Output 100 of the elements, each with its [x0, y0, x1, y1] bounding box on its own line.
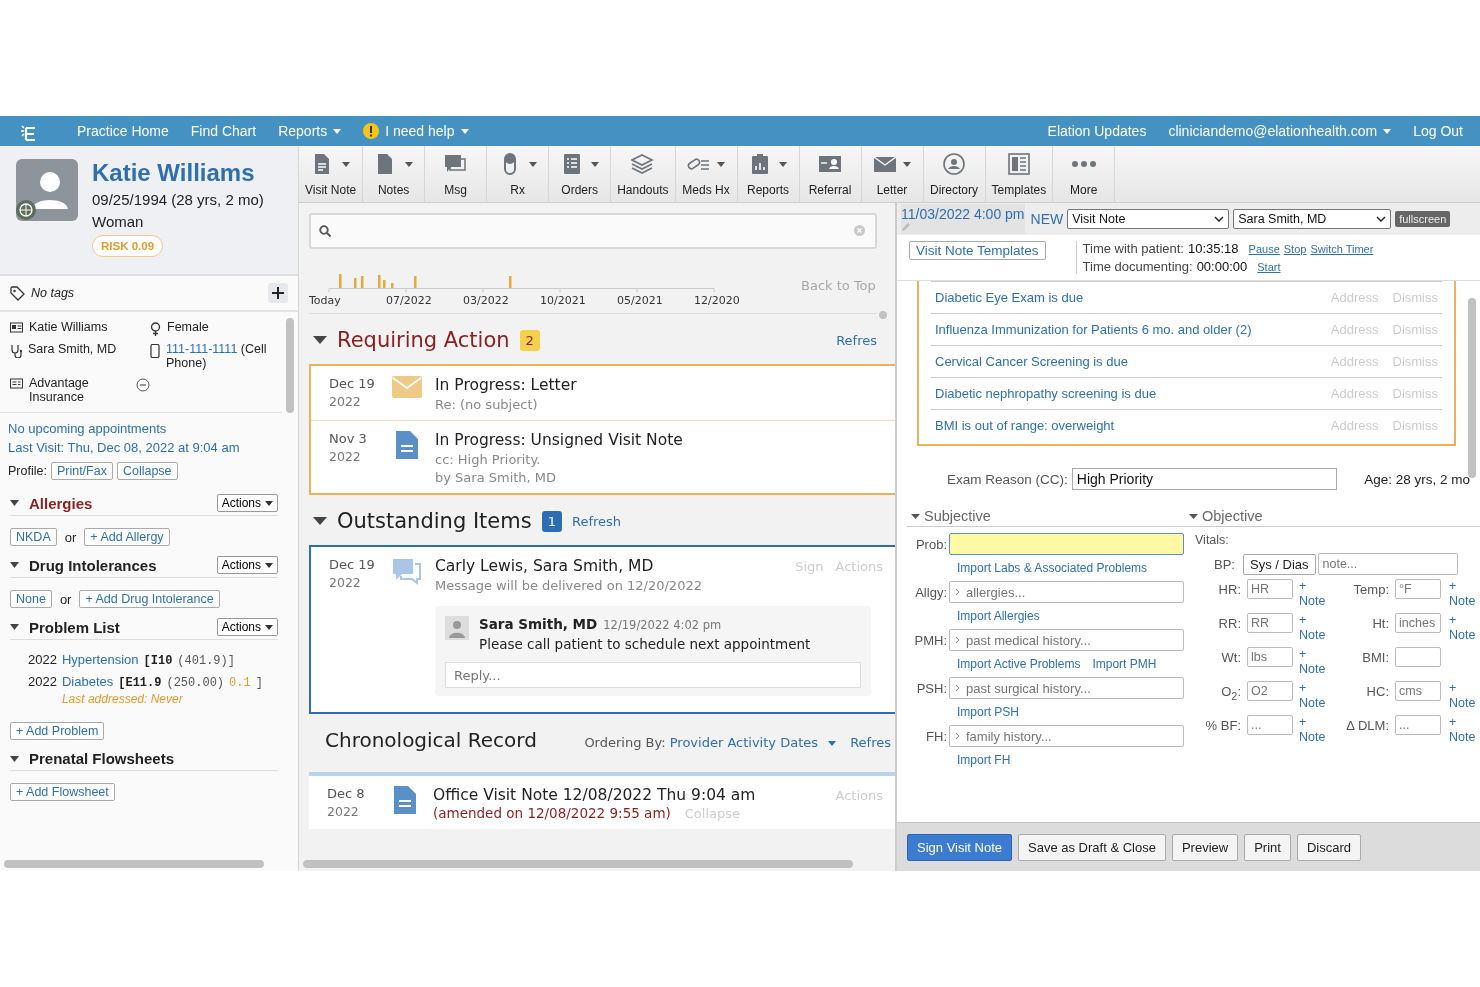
toolbar-button[interactable]: Handouts [611, 146, 676, 202]
toolbar-button[interactable]: Rx [487, 146, 550, 202]
add-note-link[interactable]: + Note [1449, 613, 1477, 643]
timer-link[interactable]: Pause [1248, 243, 1280, 255]
toolbar-button[interactable]: Msg [425, 146, 488, 202]
nav-link[interactable]: Elation Updates [1047, 123, 1147, 139]
toolbar-button[interactable]: Meds Hx [675, 146, 738, 202]
input-field[interactable]: family history... [949, 725, 1184, 747]
fullscreen-button[interactable]: fullscreen [1395, 211, 1451, 227]
actions-button[interactable]: Actions [216, 618, 278, 636]
refresh-link[interactable]: Refres [850, 735, 891, 750]
reminder-link[interactable]: Diabetic nephropathy screening is due [935, 386, 1157, 401]
add-button[interactable]: + Add Drug Intolerance [79, 590, 220, 608]
scrollbar[interactable] [286, 318, 294, 413]
reminder-link[interactable]: Influenza Immunization for Patients 6 mo. and older (2) [935, 322, 1252, 337]
footer-button[interactable]: Discard [1296, 833, 1361, 861]
import-link[interactable]: Import PMH [1092, 657, 1157, 671]
search-field[interactable] [309, 213, 877, 249]
add-note-link[interactable]: + Note [1449, 715, 1477, 745]
toolbar-button[interactable]: Notes [363, 146, 426, 202]
vital-field[interactable]: °F [1395, 579, 1441, 599]
import-link[interactable]: Import PSH [957, 705, 1019, 719]
import-link[interactable]: Import Labs & Associated Problems [957, 561, 1148, 575]
nav-link[interactable]: Practice Home [77, 123, 169, 139]
templates-button[interactable]: Visit Note Templates [909, 241, 1046, 260]
appointments-link[interactable]: No upcoming appointments [8, 421, 274, 436]
actions-button[interactable]: Actions [216, 494, 278, 512]
import-link[interactable]: Import Active Problems [957, 657, 1081, 671]
add-note-link[interactable]: + Note [1449, 579, 1477, 609]
add-note-link[interactable]: + Note [1299, 681, 1327, 711]
input-field[interactable] [949, 533, 1184, 555]
add-note-link[interactable]: + Note [1299, 647, 1327, 677]
add-note-link[interactable]: + Note [1449, 681, 1477, 711]
footer-button[interactable]: Save as Draft & Close [1018, 833, 1166, 861]
footer-button[interactable]: Sign Visit Note [907, 833, 1013, 861]
vital-field[interactable]: lbs [1247, 647, 1293, 667]
blood-pressure-button[interactable]: Sys / Dias [1243, 553, 1316, 575]
add-note-link[interactable]: + Note [1299, 613, 1327, 643]
reminder-link[interactable]: BMI is out of range: overweight [935, 418, 1115, 433]
scrollbar[interactable] [879, 311, 887, 319]
reminder-link[interactable]: Diabetic Eye Exam is due [935, 290, 1084, 305]
timer-link[interactable]: Stop [1283, 243, 1307, 255]
scrollbar[interactable] [4, 860, 264, 868]
import-link[interactable]: Import FH [957, 753, 1011, 767]
timer-link[interactable]: Switch Timer [1310, 243, 1374, 255]
input-field[interactable]: past medical history... [949, 629, 1184, 651]
scrollbar[interactable] [1468, 298, 1476, 478]
problem-link[interactable]: Hypertension [61, 652, 139, 667]
vital-field[interactable]: O2 [1247, 681, 1293, 701]
toolbar-button[interactable]: Reports [737, 146, 800, 202]
toolbar-button[interactable]: More [1053, 146, 1116, 202]
add-note-link[interactable]: + Note [1299, 579, 1327, 609]
footer-button[interactable]: Print [1244, 833, 1291, 861]
toolbar-button[interactable]: Directory [923, 146, 986, 202]
add-tag-button[interactable] [268, 283, 288, 303]
add-note-link[interactable]: + Note [1299, 715, 1327, 745]
toolbar-button[interactable]: Referral [799, 146, 862, 202]
profile-button[interactable]: Collapse [116, 462, 178, 480]
visit-date[interactable]: 11/03/2022 4:00 pm [901, 204, 1025, 234]
dropdown[interactable]: Sara Smith, MD [1233, 209, 1392, 229]
add-button[interactable]: + Add Problem [10, 722, 105, 740]
problem-link[interactable]: Diabetes [61, 674, 114, 689]
scrollbar[interactable] [303, 860, 853, 868]
refresh-link[interactable]: Refres [836, 332, 877, 348]
vital-field[interactable] [1395, 647, 1441, 667]
vital-field[interactable]: HR [1247, 579, 1293, 599]
dropdown[interactable]: Visit Note [1067, 209, 1230, 229]
toolbar-button[interactable]: Letter [861, 146, 924, 202]
toolbar-button[interactable]: Templates [985, 146, 1054, 202]
add-button[interactable]: None [10, 590, 52, 608]
vital-field[interactable]: inches [1395, 613, 1441, 633]
timer-link[interactable]: Start [1257, 261, 1281, 273]
reminder-link[interactable]: Cervical Cancer Screening is due [935, 354, 1128, 369]
profile-button[interactable]: Print/Fax [50, 462, 113, 480]
nav-link[interactable]: Find Chart [190, 123, 257, 139]
input-field[interactable]: past surgical history... [949, 677, 1184, 699]
add-button[interactable]: + Add Allergy [84, 528, 170, 546]
vital-field[interactable]: cms [1395, 681, 1441, 701]
toolbar-button[interactable]: Visit Note [299, 146, 364, 202]
input-field[interactable]: allergies... [949, 581, 1184, 603]
toolbar-button[interactable]: Orders [549, 146, 612, 202]
nav-link[interactable]: cliniciandemo@elationhealth.com [1168, 123, 1392, 139]
nav-link[interactable]: I need help [363, 123, 469, 139]
vital-field[interactable]: RR [1247, 613, 1293, 633]
actions-button[interactable]: Actions [216, 556, 278, 574]
footer-button[interactable]: Preview [1171, 833, 1239, 861]
phone-link[interactable]: 111-111-1111 [166, 342, 238, 356]
nav-link[interactable]: Log Out [1413, 123, 1463, 139]
add-button[interactable]: + Add Flowsheet [10, 783, 115, 801]
vital-field[interactable]: ... [1247, 715, 1293, 735]
refresh-link[interactable]: Refresh [571, 513, 622, 529]
nav-link[interactable]: Reports [278, 123, 342, 139]
ordering-dropdown[interactable]: Provider Activity Dates [669, 735, 837, 750]
exam-reason-field[interactable]: High Priority [1071, 468, 1337, 490]
vital-field[interactable]: ... [1395, 715, 1441, 735]
note-field[interactable]: note... [1317, 553, 1458, 575]
import-link[interactable]: Import Allergies [957, 609, 1040, 623]
reply-field[interactable]: Reply... [445, 662, 861, 688]
add-button[interactable]: NKDA [10, 528, 57, 546]
last-visit-link[interactable]: Last Visit: Thu, Dec 08, 2022 at 9:04 am [8, 440, 274, 455]
